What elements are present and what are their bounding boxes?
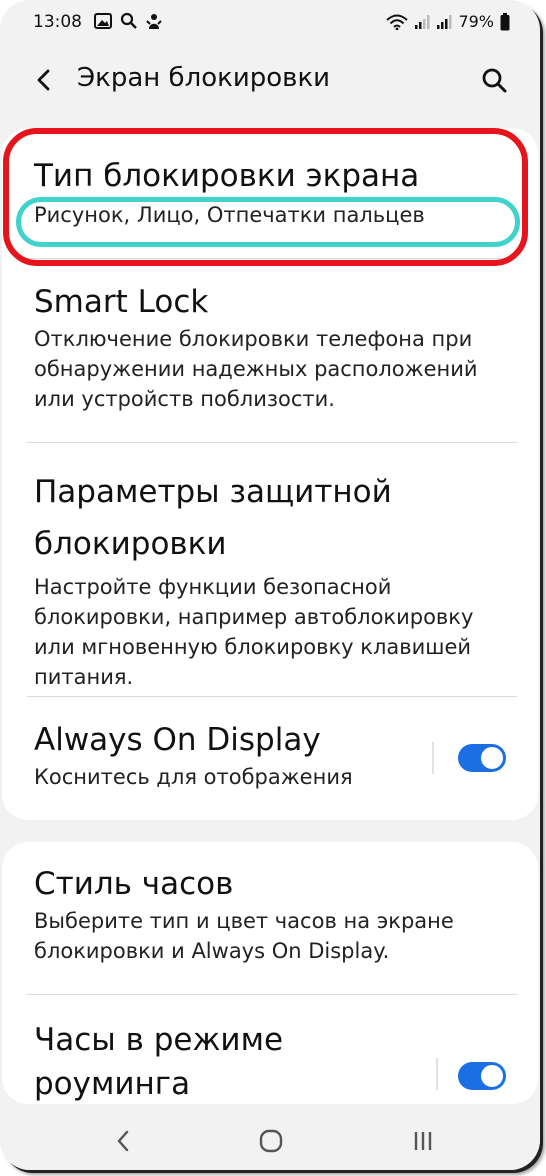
secure-lock-item[interactable]: Параметры защитной блокировки Настройте … [34,466,514,692]
secure-lock-subtitle: Настройте функции безопасной блокировки,… [34,575,474,689]
lock-type-item[interactable]: Тип блокировки экрана Рисунок, Лицо, Отп… [34,156,514,230]
lock-type-title: Тип блокировки экрана [34,158,420,194]
always-on-toggle[interactable] [458,744,506,772]
always-on-title: Always On Display [34,722,321,758]
divider [27,442,517,443]
clock-style-item[interactable]: Стиль часов Выберите тип и цвет часов на… [34,864,514,966]
signal-icon-2 [437,14,452,29]
lock-settings-card: Тип блокировки экрана Рисунок, Лицо, Отп… [2,128,538,820]
status-time: 13:08 [33,12,82,32]
clock-settings-card: Стиль часов Выберите тип и цвет часов на… [2,842,538,1104]
toggle-knob [479,1063,505,1089]
toggle-knob [479,745,505,771]
secure-lock-title: Параметры защитной блокировки [34,474,392,562]
nav-back-icon[interactable] [108,1126,138,1156]
battery-icon [500,12,510,30]
status-bar: 13:08 79% [0,0,540,44]
toggle-separator [432,742,434,774]
page-title: Экран блокировки [77,63,331,93]
signal-icon [415,14,430,29]
smart-lock-subtitle: Отключение блокировки телефона при обнар… [34,327,478,411]
search-icon[interactable] [480,66,508,94]
lock-type-subtitle: Рисунок, Лицо, Отпечатки пальцев [34,203,425,227]
nav-home-icon[interactable] [256,1126,286,1156]
battery-percent: 79% [458,12,494,31]
app-header: Экран блокировки [0,52,540,110]
divider [27,258,517,259]
status-system-icons: 79% [386,12,510,31]
clock-style-title: Стиль часов [34,866,234,902]
smart-lock-item[interactable]: Smart Lock Отключение блокировки телефон… [34,282,514,414]
phone-screen: 13:08 79% Экран блокировки Тип блокировк… [0,0,540,1170]
wifi-icon [386,14,409,30]
nav-recents-icon[interactable] [408,1126,438,1156]
gallery-icon [94,13,112,29]
divider [27,696,517,697]
always-on-item[interactable]: Always On Display Коснитесь для отображе… [34,720,424,792]
toggle-separator [436,1058,438,1090]
smart-lock-title: Smart Lock [34,284,209,320]
clock-style-subtitle: Выберите тип и цвет часов на экране блок… [34,909,454,963]
navigation-bar [0,1108,540,1170]
bixby-icon [146,14,162,29]
always-on-subtitle: Коснитесь для отображения [34,765,353,789]
roaming-clock-toggle[interactable] [458,1062,506,1090]
search-notification-icon [120,12,137,29]
divider [27,994,517,995]
status-notification-icons [94,12,162,30]
roaming-clock-title: Часы в режиме роуминга [34,1022,284,1102]
roaming-clock-item[interactable]: Часы в режиме роуминга [34,1018,414,1106]
chevron-left-icon[interactable] [30,66,58,94]
